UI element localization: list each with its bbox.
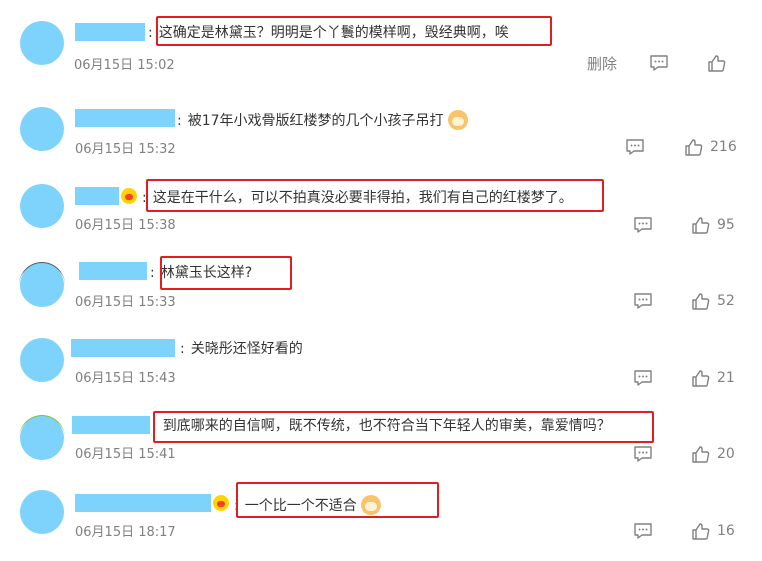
comment-time: 06月15日 15:41 (75, 447, 176, 462)
reply-button[interactable] (633, 521, 653, 541)
thumbs-up-icon (685, 139, 703, 156)
comment-icon (634, 217, 652, 233)
like-count: 20 (717, 446, 735, 462)
colon: : (177, 113, 182, 129)
thumbs-up-icon (692, 370, 710, 387)
comment-time: 06月15日 18:17 (75, 525, 176, 540)
delete-button[interactable]: 删除 (587, 53, 617, 74)
doge-emoji-icon (447, 110, 468, 130)
like-button[interactable]: 20 (691, 444, 735, 464)
highlight-box (153, 411, 654, 443)
avatar[interactable] (20, 338, 64, 382)
comment-icon (634, 446, 652, 462)
comment-text: 被17年小戏骨版红楼梦的几个小孩子吊打 (187, 113, 444, 129)
colon: : (150, 265, 155, 281)
username-redacted[interactable] (75, 23, 145, 41)
thumbs-up-icon (692, 293, 710, 310)
comment-icon (634, 523, 652, 539)
comment-item: : 林黛玉长这样? 06月15日 15:33 52 (0, 258, 762, 334)
like-count: 52 (717, 293, 735, 309)
like-count: 21 (717, 370, 735, 386)
comment-line: : 被17年小戏骨版红楼梦的几个小孩子吊打 (177, 110, 468, 130)
highlight-box (146, 179, 604, 212)
highlight-box (236, 482, 439, 518)
thumbs-up-icon (692, 217, 710, 234)
username-redacted[interactable] (79, 262, 147, 280)
comment-icon (634, 370, 652, 386)
avatar[interactable] (20, 263, 64, 307)
highlight-box (160, 256, 292, 290)
comment-time: 06月15日 15:33 (75, 295, 176, 310)
reply-button[interactable] (633, 444, 653, 464)
reply-button[interactable] (633, 291, 653, 311)
reply-button[interactable] (649, 53, 669, 73)
comment-line: : 关晓彤还怪好看的 (180, 340, 303, 358)
comment-item: : 被17年小戏骨版红楼梦的几个小孩子吊打 06月15日 15:32 216 (0, 100, 762, 176)
colon: : (180, 341, 185, 357)
comment-time: 06月15日 15:43 (75, 371, 176, 386)
thumbs-up-icon (708, 55, 726, 72)
comment-icon (650, 55, 668, 71)
like-count: 216 (710, 139, 737, 155)
comment-time: 06月15日 15:02 (74, 58, 175, 73)
username-redacted[interactable] (72, 416, 150, 434)
colon: : (148, 25, 153, 41)
like-button[interactable]: 52 (691, 291, 735, 311)
like-count: 16 (717, 523, 735, 539)
vip-badge-icon (121, 188, 137, 204)
username-redacted[interactable] (71, 339, 175, 357)
highlight-box (156, 16, 552, 46)
like-button[interactable]: 16 (691, 521, 735, 541)
avatar[interactable] (20, 107, 64, 151)
vip-badge-icon (213, 495, 229, 511)
comment-item: : 关晓彤还怪好看的 06月15日 15:43 21 (0, 336, 762, 412)
avatar[interactable] (20, 21, 64, 65)
username-redacted[interactable] (75, 494, 211, 512)
thumbs-up-icon (692, 523, 710, 540)
avatar[interactable] (20, 184, 64, 228)
comment-text: 关晓彤还怪好看的 (190, 341, 303, 357)
avatar[interactable] (20, 416, 64, 460)
username-redacted[interactable] (75, 109, 175, 127)
reply-button[interactable] (633, 215, 653, 235)
comment-time: 06月15日 15:32 (75, 142, 176, 157)
like-button[interactable]: 95 (691, 215, 735, 235)
like-count: 95 (717, 217, 735, 233)
like-button[interactable]: 21 (691, 368, 735, 388)
thumbs-up-icon (692, 446, 710, 463)
comment-icon (634, 293, 652, 309)
reply-button[interactable] (625, 137, 645, 157)
avatar[interactable] (20, 490, 64, 534)
comment-time: 06月15日 15:38 (75, 218, 176, 233)
comment-icon (626, 139, 644, 155)
reply-button[interactable] (633, 368, 653, 388)
username-redacted[interactable] (75, 187, 119, 205)
like-button[interactable]: 216 (684, 137, 737, 157)
like-button[interactable] (707, 53, 727, 73)
